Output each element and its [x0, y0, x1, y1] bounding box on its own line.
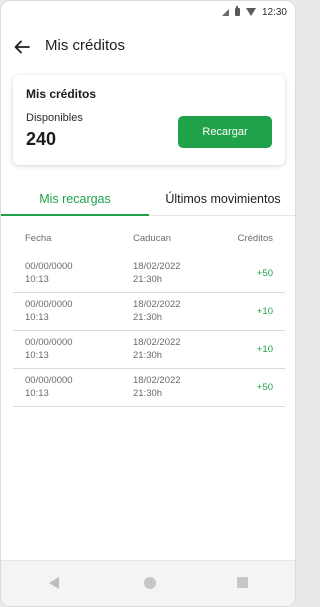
row-fecha: 00/00/0000 10:13 — [25, 298, 73, 324]
row-fecha-time: 10:13 — [25, 274, 49, 285]
nav-home-icon[interactable] — [144, 577, 156, 589]
row-fecha-time: 10:13 — [25, 388, 49, 399]
row-fecha: 00/00/0000 10:13 — [25, 260, 73, 286]
status-bar: 12:30 — [1, 1, 295, 23]
row-caducan-date: 18/02/2022 — [133, 299, 181, 310]
row-caducan-time: 21:30h — [133, 350, 163, 361]
table-row: 00/00/0000 10:13 18/02/2022 21:30h +10 — [13, 331, 285, 369]
tabs: Mis recargas Últimos movimientos — [1, 183, 295, 217]
header-caducan: Caducan — [133, 233, 172, 244]
row-creditos: +50 — [256, 382, 273, 393]
active-tab-indicator — [1, 214, 149, 216]
row-fecha-date: 00/00/0000 — [25, 261, 73, 272]
credits-card: Mis créditos Disponibles 240 Recargar — [13, 75, 285, 165]
row-caducan: 18/02/2022 21:30h — [133, 336, 181, 362]
back-arrow-icon[interactable] — [13, 38, 31, 56]
available-credits-value: 240 — [26, 129, 57, 149]
battery-icon — [234, 6, 240, 16]
row-creditos: +10 — [256, 344, 273, 355]
row-caducan-date: 18/02/2022 — [133, 337, 181, 348]
header-fecha: Fecha — [25, 233, 52, 244]
row-caducan-time: 21:30h — [133, 274, 163, 285]
table-row: 00/00/0000 10:13 18/02/2022 21:30h +10 — [13, 293, 285, 331]
phone-screen: 12:30 Mis créditos Mis créditos Disponib… — [0, 0, 296, 607]
row-caducan: 18/02/2022 21:30h — [133, 298, 181, 324]
row-caducan-date: 18/02/2022 — [133, 261, 181, 272]
row-caducan: 18/02/2022 21:30h — [133, 374, 181, 400]
row-caducan-time: 21:30h — [133, 312, 163, 323]
card-title: Mis créditos — [26, 87, 97, 101]
table-row: 00/00/0000 10:13 18/02/2022 21:30h +50 — [13, 255, 285, 293]
table-row: 00/00/0000 10:13 18/02/2022 21:30h +50 — [13, 369, 285, 407]
row-fecha-date: 00/00/0000 — [25, 375, 73, 386]
row-fecha-time: 10:13 — [25, 350, 49, 361]
row-fecha-time: 10:13 — [25, 312, 49, 323]
page-title: Mis créditos — [45, 37, 126, 54]
nav-recents-icon[interactable] — [237, 577, 248, 588]
nav-back-icon[interactable] — [49, 577, 59, 589]
row-caducan: 18/02/2022 21:30h — [133, 260, 181, 286]
row-fecha-date: 00/00/0000 — [25, 299, 73, 310]
system-nav-bar — [1, 560, 295, 606]
row-fecha: 00/00/0000 10:13 — [25, 374, 73, 400]
row-caducan-time: 21:30h — [133, 388, 163, 399]
status-time: 12:30 — [261, 6, 287, 18]
app-bar: Mis créditos — [1, 29, 295, 65]
row-caducan-date: 18/02/2022 — [133, 375, 181, 386]
row-creditos: +50 — [256, 268, 273, 279]
row-fecha: 00/00/0000 10:13 — [25, 336, 73, 362]
recharge-button[interactable]: Recargar — [178, 116, 272, 148]
header-creditos: Créditos — [237, 233, 273, 244]
signal-icon — [221, 8, 229, 16]
row-fecha-date: 00/00/0000 — [25, 337, 73, 348]
wifi-icon — [245, 8, 256, 16]
tab-mis-recargas[interactable]: Mis recargas — [1, 183, 149, 215]
row-creditos: +10 — [256, 306, 273, 317]
tab-ultimos-movimientos[interactable]: Últimos movimientos — [149, 183, 295, 215]
status-icons: 12:30 — [221, 6, 287, 18]
available-label: Disponibles — [26, 112, 83, 124]
